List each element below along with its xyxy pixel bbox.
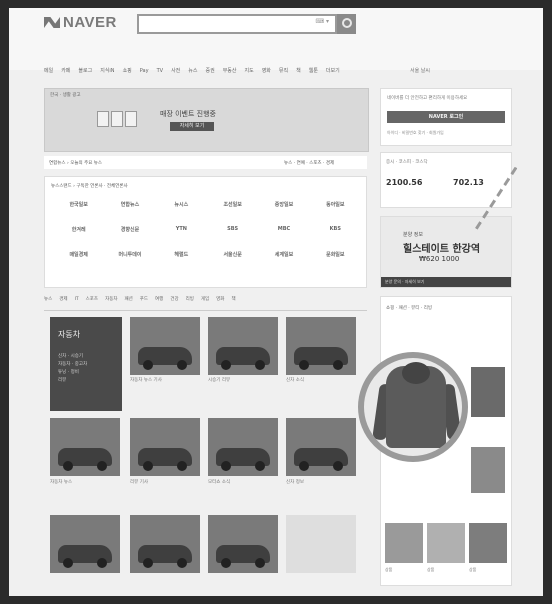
stock-label: 증시 · 코스피 · 코스닥 — [386, 160, 428, 165]
naver-logo-icon — [44, 17, 60, 28]
kospi-value: 2100.56 — [386, 178, 423, 187]
car-thumbnail[interactable] — [286, 317, 356, 375]
product-caption[interactable]: 상품 — [427, 567, 463, 572]
car-thumbnail[interactable] — [50, 515, 120, 573]
ad-footer: 분양 문의 · 자세히 보기 — [381, 277, 511, 287]
product-thumbnail[interactable] — [471, 447, 505, 493]
banner-title: 매장 이벤트 진행중 — [160, 110, 216, 118]
magnified-product-callout[interactable] — [358, 352, 468, 462]
car-thumbnail[interactable] — [208, 515, 278, 573]
card-caption[interactable]: 신차 소식 — [286, 378, 356, 384]
product-image — [97, 111, 109, 127]
car-image — [58, 448, 112, 471]
product-thumbnail[interactable] — [385, 523, 423, 563]
car-thumbnail[interactable] — [208, 418, 278, 476]
search-button[interactable] — [337, 14, 356, 34]
car-image — [138, 448, 192, 471]
product-image — [125, 111, 137, 127]
product-thumbnail[interactable] — [469, 523, 507, 563]
car-image — [138, 347, 192, 370]
car-thumbnail[interactable] — [130, 317, 200, 375]
car-thumbnail[interactable] — [208, 317, 278, 375]
shopping-tabs[interactable]: 쇼핑 · 패션 · 뷰티 · 리빙 — [386, 305, 432, 311]
card-caption[interactable]: 모터쇼 소식 — [208, 480, 278, 486]
service-menu[interactable]: 메일 카페 블로그 지식iN 쇼핑 Pay TV 사전 뉴스 증권 부동산 지도 영화 뮤직 책 웹툰 더보기 — [44, 67, 514, 79]
car-image — [294, 347, 348, 370]
car-image — [216, 545, 270, 568]
card-caption[interactable]: 시승기 리뷰 — [208, 378, 278, 384]
banner-cta-button[interactable]: 자세히 보기 — [170, 122, 214, 131]
car-thumbnail[interactable] — [50, 418, 120, 476]
car-image — [58, 545, 112, 568]
ad-banner[interactable]: 한국 · 생활 광고 매장 이벤트 진행중 자세히 보기 — [44, 88, 369, 152]
login-help-links[interactable]: 아이디 · 비밀번호 찾기 · 회원가입 — [387, 130, 444, 136]
ticker-label: 연합뉴스 › 오늘의 주요 뉴스 — [49, 161, 103, 166]
search-input[interactable]: ⌨ ▾ — [137, 14, 337, 34]
product-thumbnail[interactable] — [427, 523, 465, 563]
kosdaq-value: 702.13 — [453, 178, 484, 187]
press-header[interactable]: 뉴스스탠드 › 구독한 언론사 · 전체언론사 — [51, 183, 128, 189]
car-image — [216, 347, 270, 370]
ad-subtitle: 분양 정보 — [403, 232, 423, 238]
news-ticker[interactable]: 연합뉴스 › 오늘의 주요 뉴스 뉴스 · 연예 · 스포츠 · 경제 — [44, 156, 367, 169]
product-caption[interactable]: 상품 — [385, 567, 421, 572]
topic-title: 자동차 — [58, 330, 81, 339]
car-thumbnail[interactable] — [130, 515, 200, 573]
card-caption[interactable]: 자동차 뉴스 기사 — [130, 378, 200, 384]
hoodie-hood — [402, 362, 430, 384]
keyboard-icon[interactable]: ⌨ ▾ — [315, 18, 329, 25]
weather-widget[interactable]: 서울 날씨 — [410, 67, 430, 74]
ticker-links[interactable]: 뉴스 · 연예 · 스포츠 · 경제 — [284, 160, 334, 166]
card-caption[interactable]: 리뷰 기사 — [130, 480, 200, 486]
ad-price: ₩620 1000 — [419, 255, 460, 263]
ad-title: 힐스테이트 한강역 — [403, 244, 481, 255]
product-caption[interactable]: 상품 — [469, 567, 505, 572]
topic-card[interactable]: 자동차 신차 · 시승기 자동차 · 중고차 튜닝 · 정비 리뷰 — [50, 317, 122, 411]
car-image — [216, 448, 270, 471]
press-panel: 뉴스스탠드 › 구독한 언론사 · 전체언론사 한국일보 연합뉴스 뉴시스 조선일보 중… — [44, 176, 367, 288]
car-thumbnail[interactable] — [286, 515, 356, 573]
sidebar-ad[interactable]: 분양 정보 힐스테이트 한강역 ₩620 1000 분양 문의 · 자세히 보기 — [380, 216, 512, 288]
card-caption[interactable]: 자동차 뉴스 — [50, 480, 120, 486]
car-image — [294, 448, 348, 471]
login-button[interactable]: NAVER 로그인 — [387, 111, 505, 123]
press-logo-grid[interactable]: 한국일보 연합뉴스 뉴시스 조선일보 중앙일보 동아일보 한겨레 경향신문 YTN SBS MBC… — [53, 201, 361, 258]
product-thumbnail[interactable] — [471, 367, 505, 417]
login-text: 네이버를 더 안전하고 편리하게 이용하세요 — [387, 96, 468, 101]
topic-links[interactable]: 신차 · 시승기 자동차 · 중고차 튜닝 · 정비 리뷰 — [58, 353, 87, 385]
car-thumbnail[interactable] — [130, 418, 200, 476]
product-image — [111, 111, 123, 127]
banner-caption: 한국 · 생활 광고 — [50, 93, 81, 98]
card-caption[interactable]: 신차 정보 — [286, 480, 356, 486]
login-box: 네이버를 더 안전하고 편리하게 이용하세요 NAVER 로그인 아이디 · 비… — [380, 88, 512, 146]
naver-logo[interactable]: NAVER — [44, 14, 117, 31]
car-thumbnail[interactable] — [286, 418, 356, 476]
car-image — [138, 545, 192, 568]
topic-tabs[interactable]: 뉴스 경제 IT 스포츠 자동차 패션 푸드 여행 건강 리빙 게임 영화 책 — [44, 296, 367, 311]
